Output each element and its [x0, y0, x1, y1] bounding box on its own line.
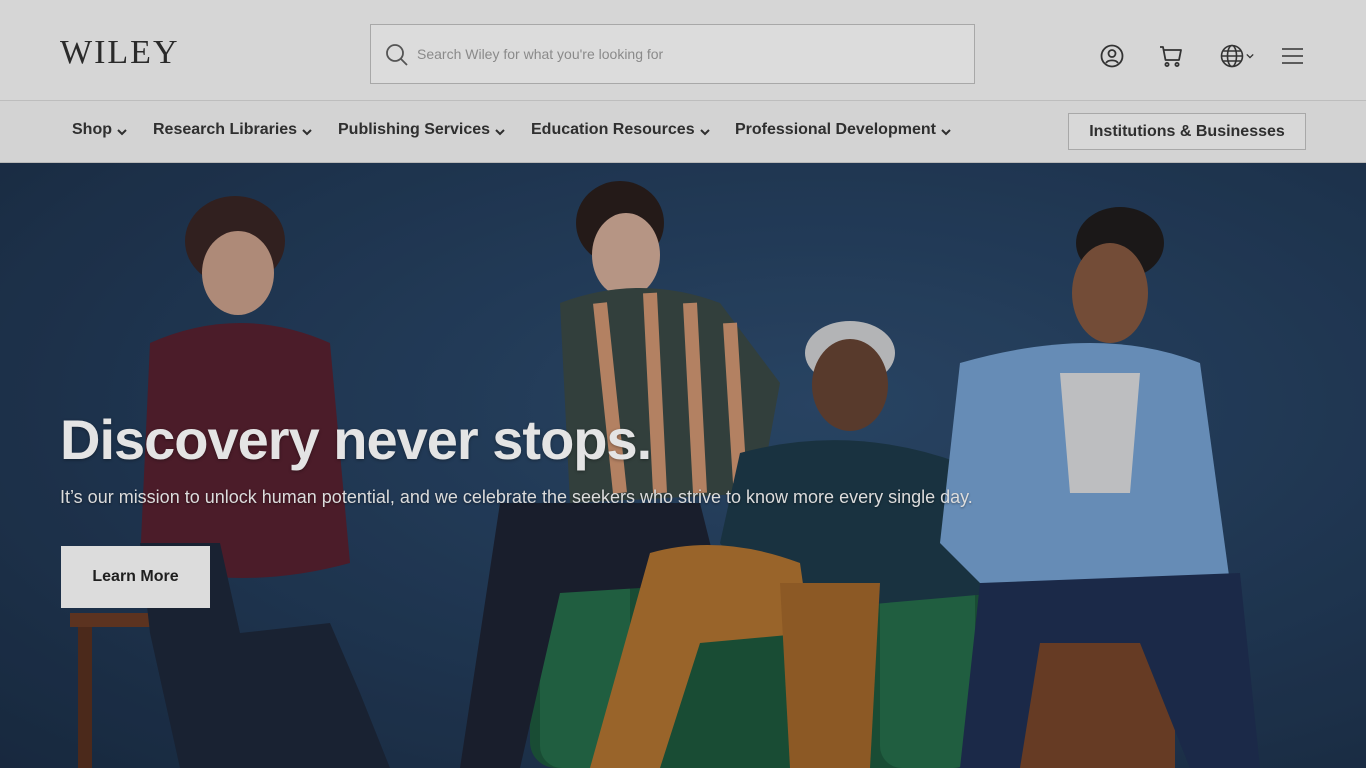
account-icon[interactable] — [1100, 44, 1124, 68]
nav-shop[interactable]: Shop — [72, 121, 128, 139]
site-header: WILEY — [0, 0, 1366, 101]
nav-label: Education Resources — [531, 121, 695, 138]
nav-label: Publishing Services — [338, 121, 491, 138]
institutions-businesses-button[interactable]: Institutions & Businesses — [1068, 113, 1306, 150]
nav-label: Research Libraries — [153, 121, 298, 138]
search-icon[interactable] — [385, 43, 409, 67]
chevron-down-icon — [302, 128, 312, 135]
nav-label: Professional Development — [735, 121, 936, 138]
nav-label: Shop — [72, 121, 112, 138]
nav-professional-development[interactable]: Professional Development — [735, 121, 952, 139]
learn-more-button[interactable]: Learn More — [61, 546, 210, 608]
nav-publishing-services[interactable]: Publishing Services — [338, 121, 506, 139]
globe-icon — [1220, 44, 1244, 68]
hero-subtitle: It’s our mission to unlock human potenti… — [60, 487, 973, 507]
chevron-down-icon — [941, 128, 951, 135]
cart-icon[interactable] — [1159, 44, 1183, 68]
search-input[interactable] — [417, 25, 957, 83]
menu-icon[interactable] — [1281, 44, 1305, 68]
search-box[interactable] — [370, 24, 975, 84]
nav-research-libraries[interactable]: Research Libraries — [153, 121, 313, 139]
nav-education-resources[interactable]: Education Resources — [531, 121, 711, 139]
wiley-logo[interactable]: WILEY — [60, 36, 180, 70]
chevron-down-icon — [495, 128, 505, 135]
hero-banner: Discovery never stops. It’s our mission … — [0, 163, 1366, 768]
chevron-down-icon — [1246, 53, 1254, 59]
chevron-down-icon — [117, 128, 127, 135]
language-selector[interactable] — [1220, 44, 1256, 68]
hero-title: Discovery never stops. — [60, 408, 652, 471]
main-nav: Shop Research Libraries Publishing Servi… — [0, 101, 1366, 163]
chevron-down-icon — [699, 128, 710, 135]
